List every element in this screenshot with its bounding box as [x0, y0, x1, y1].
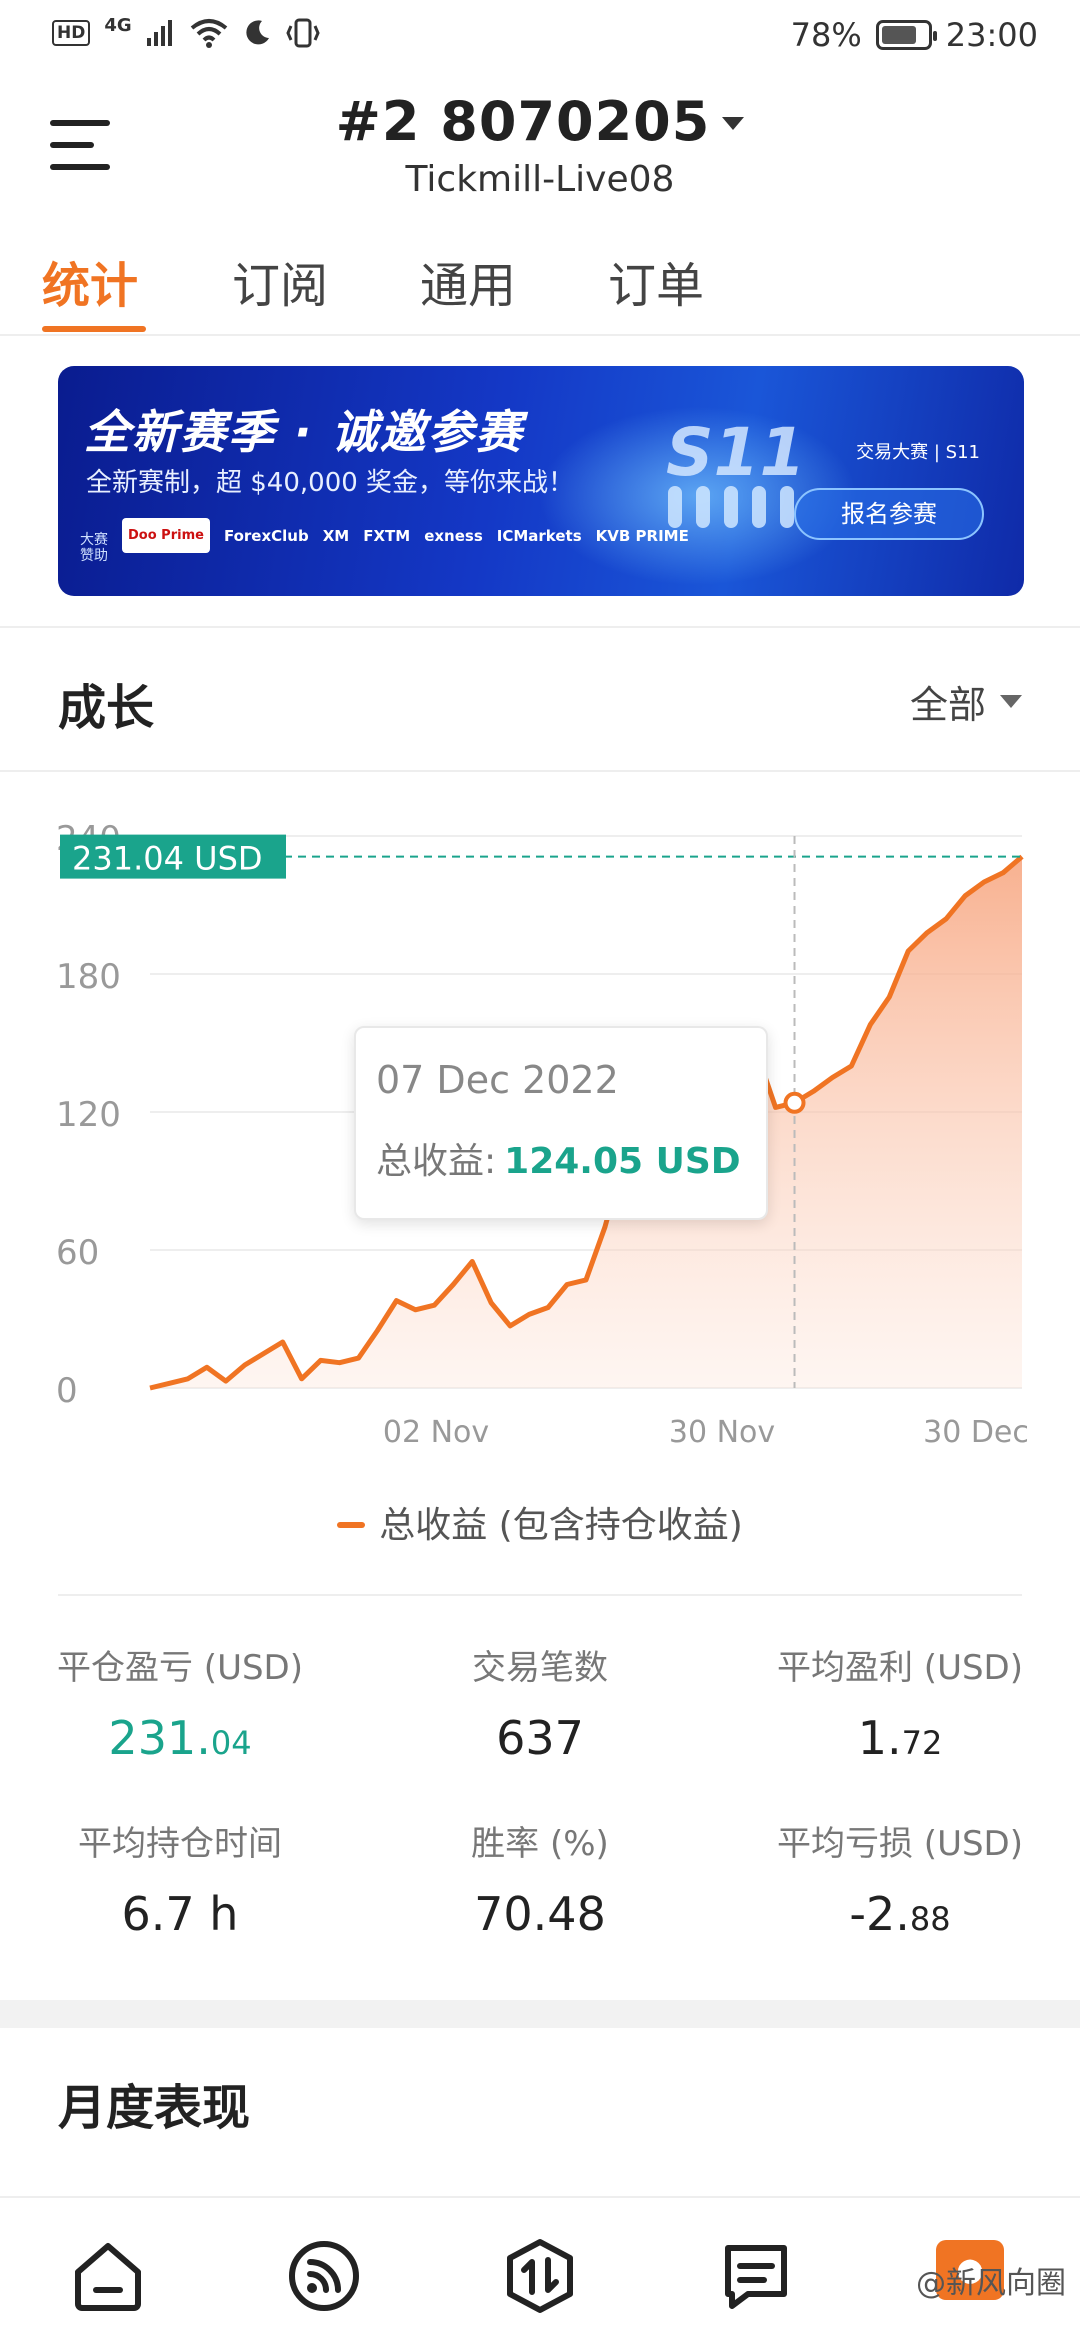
sponsor-logo: ICMarkets [496, 526, 582, 545]
legend-swatch [337, 1522, 366, 1528]
hd-icon: HD [52, 20, 91, 46]
current-value-label: 231.04 USD [72, 840, 263, 878]
sponsor-logo: exness [424, 526, 483, 545]
tooltip-label: 总收益: [376, 1141, 497, 1182]
banner-brand: 交易大赛 | S11 [856, 442, 980, 463]
y-tick-label: 0 [56, 1371, 78, 1411]
sponsor-label: 大赛赞助 [80, 532, 108, 564]
stat-label: 平均盈利 (USD) [777, 1648, 1023, 1688]
section-gap [0, 2000, 1080, 2028]
tooltip-value: 124.05 USD [504, 1141, 741, 1182]
battery-icon [875, 20, 937, 50]
stat-avg-hold-time: 平均持仓时间 6.7 h [0, 1816, 360, 1941]
stat-value: 231.04 [108, 1711, 252, 1765]
stat-value: 70.48 [474, 1887, 606, 1941]
growth-chart[interactable]: 060120180240231.04 USD02 Nov30 Nov30 Dec… [0, 800, 1080, 1560]
stat-label: 平均持仓时间 [78, 1824, 282, 1864]
promo-banner[interactable]: 全新赛季 · 诚邀参赛 全新赛制，超 $40,000 奖金，等你来战！ S11 … [58, 366, 1024, 596]
stat-trade-count: 交易笔数 637 [360, 1640, 720, 1765]
divider [0, 626, 1080, 628]
sponsor-logos: Doo Prime ForexClub XM FXTM exness ICMar… [122, 518, 689, 553]
stat-closed-pnl: 平仓盈亏 (USD) 231.04 [0, 1640, 360, 1765]
clock: 23:00 [945, 16, 1038, 54]
stat-value: 6.7 h [121, 1887, 239, 1941]
account-number[interactable]: #2 8070205 [336, 90, 711, 153]
x-tick-label: 02 Nov [383, 1415, 489, 1450]
status-right: 78% 23:00 [791, 16, 1038, 54]
y-tick-label: 180 [56, 957, 121, 997]
tab-bar: 统计 订阅 通用 订单 [0, 236, 1080, 336]
status-left: HD 4G [52, 14, 320, 48]
stat-win-rate: 胜率 (%) 70.48 [360, 1816, 720, 1941]
stat-label: 平仓盈亏 (USD) [57, 1648, 303, 1688]
bottom-nav: ⬤ @新风向圈 [0, 2196, 1080, 2340]
sponsor-logo: XM [322, 526, 350, 545]
growth-filter-dropdown[interactable]: 全部 [910, 674, 1022, 729]
stat-value: 1.72 [857, 1711, 943, 1765]
tab-general[interactable]: 通用 [420, 246, 516, 316]
moon-icon [246, 20, 269, 45]
tooltip-row: 总收益: 124.05 USD [376, 1132, 741, 1184]
stat-label: 平均亏损 (USD) [777, 1824, 1023, 1864]
monthly-performance-title: 月度表现 [58, 2080, 251, 2136]
tab-orders[interactable]: 订单 [608, 246, 704, 316]
trade-icon[interactable] [502, 2238, 578, 2314]
sponsor-logo: FXTM [363, 526, 411, 545]
tooltip-date: 07 Dec 2022 [376, 1058, 619, 1102]
battery-percent: 78% [790, 16, 862, 54]
x-tick-label: 30 Dec [923, 1415, 1029, 1450]
sponsor-logo: KVB PRIME [595, 526, 689, 545]
signup-button[interactable]: 报名参赛 [794, 488, 984, 540]
stat-label: 交易笔数 [472, 1648, 608, 1688]
wifi-icon [190, 19, 227, 48]
vibrate-icon [286, 18, 320, 48]
stats-grid: 平仓盈亏 (USD) 231.04 交易笔数 637 平均盈利 (USD) 1.… [0, 1640, 1080, 1980]
banner-season: S11 [666, 414, 806, 491]
home-icon[interactable] [70, 2238, 146, 2314]
tab-active-indicator [42, 326, 146, 332]
stat-label: 胜率 (%) [471, 1824, 609, 1864]
chart-legend: 总收益 (包含持仓收益) [0, 1496, 1080, 1548]
message-icon[interactable] [718, 2238, 794, 2314]
battery-fill [881, 26, 917, 44]
stat-value: -2.88 [849, 1887, 951, 1941]
status-bar: HD 4G 78% 23:00 [0, 0, 1080, 76]
growth-filter-label[interactable]: 全部 [910, 674, 986, 729]
tab-stats[interactable]: 统计 [42, 246, 138, 316]
network-icon: 4G [104, 14, 132, 36]
banner-title: 全新赛季 · 诚邀参赛 [84, 405, 524, 459]
app-header: #2 8070205 Tickmill-Live08 [0, 76, 1080, 226]
sponsor-logo: Doo Prime [122, 518, 210, 553]
y-tick-label: 120 [56, 1095, 121, 1135]
account-dropdown-icon[interactable] [722, 117, 745, 130]
stat-value: 637 [496, 1711, 584, 1765]
divider [0, 770, 1080, 772]
signal-bars-icon [146, 20, 172, 46]
stat-avg-loss: 平均亏损 (USD) -2.88 [720, 1816, 1080, 1941]
x-tick-label: 30 Nov [669, 1415, 775, 1450]
tab-subscribe[interactable]: 订阅 [232, 246, 328, 316]
banner-subtitle: 全新赛制，超 $40,000 奖金，等你来战！ [86, 468, 575, 498]
tooltip-point [783, 1091, 806, 1114]
signal-icon[interactable] [286, 2238, 362, 2314]
y-tick-label: 60 [56, 1233, 99, 1273]
sponsor-logo: ForexClub [223, 526, 309, 545]
stat-avg-profit: 平均盈利 (USD) 1.72 [720, 1640, 1080, 1765]
account-server: Tickmill-Live08 [405, 159, 675, 200]
watermark: @新风向圈 [916, 2266, 1066, 2301]
growth-title: 成长 [58, 680, 155, 736]
chevron-down-icon[interactable] [1000, 695, 1022, 708]
legend-label: 总收益 (包含持仓收益) [379, 1505, 743, 1546]
account-selector[interactable]: #2 8070205 Tickmill-Live08 [0, 90, 1080, 200]
divider [58, 1594, 1022, 1596]
chart-tooltip: 07 Dec 2022 总收益: 124.05 USD [354, 1026, 768, 1220]
